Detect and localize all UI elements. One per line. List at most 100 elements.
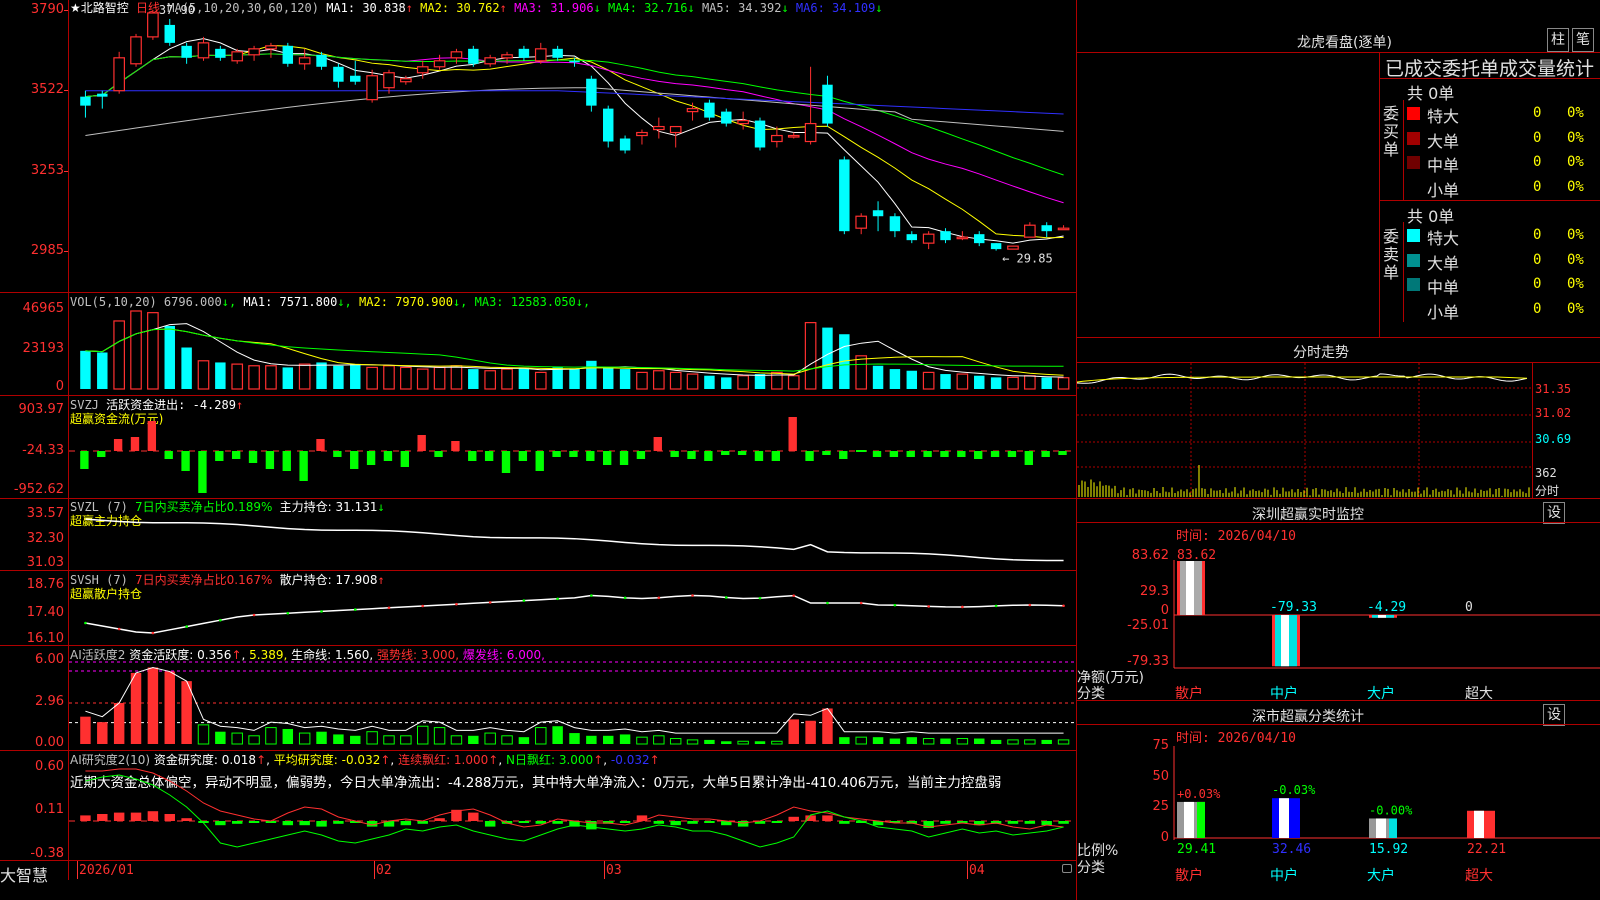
volume-bar	[669, 371, 682, 390]
buy-row-percent: 0%	[1567, 178, 1584, 195]
volume-bar	[704, 375, 715, 389]
svsh-point	[117, 627, 121, 631]
ai2-bar	[518, 821, 530, 823]
svzj-bar	[822, 451, 831, 455]
candle-body	[686, 108, 699, 113]
volume-bar	[130, 310, 142, 390]
sz-settings-button[interactable]: 设	[1543, 502, 1565, 524]
ai1-bar	[1007, 739, 1019, 745]
svzj-bar	[603, 451, 612, 465]
sz-value-label: 0	[1465, 600, 1473, 615]
volume-bar	[416, 368, 429, 390]
svzj-bar	[164, 451, 173, 459]
brand-label: 大智慧	[0, 866, 49, 885]
svzl-tick: 33.57	[26, 506, 64, 521]
price-tick: 3253	[30, 162, 64, 178]
fs-title: 分时走势	[1293, 345, 1349, 361]
svzj-bar	[265, 451, 275, 469]
ai1-bar	[400, 735, 412, 745]
svsh-point	[455, 602, 458, 606]
lock-icon[interactable]	[1062, 864, 1072, 873]
price-tick: 2985	[30, 242, 64, 258]
svzj-bar	[417, 435, 426, 451]
svzj-bar	[771, 451, 781, 461]
ai1-bar	[450, 735, 463, 745]
candle-body	[603, 108, 614, 142]
ai2-bar	[737, 821, 749, 827]
sell-row-percent: 0%	[1567, 276, 1584, 292]
candle-body	[872, 210, 884, 217]
candle-body	[231, 51, 244, 62]
ai1-bar	[501, 735, 513, 745]
volume-bar	[248, 365, 260, 390]
ai1-bar	[80, 716, 91, 744]
svzl-tick: 32.30	[26, 531, 64, 546]
ma-line-1	[85, 38, 1064, 244]
ss-settings-button[interactable]: 设	[1543, 704, 1565, 726]
svzj-bar	[990, 451, 1000, 457]
volume-bar	[804, 322, 817, 390]
volume-bar	[1057, 377, 1070, 390]
buy-swatch	[1407, 156, 1420, 169]
volume-bar	[1041, 377, 1052, 389]
ai2-bar	[164, 814, 175, 821]
candle-body	[298, 57, 311, 65]
ai2-bar	[113, 812, 125, 821]
sell-row-label: 中单	[1427, 278, 1460, 297]
sell-row-percent: 0%	[1567, 227, 1584, 243]
ss-delta-label: +0.03%	[1177, 787, 1221, 801]
svzj-bar	[872, 451, 882, 457]
sell-side-label: 委卖单	[1382, 227, 1399, 282]
buy-row-label: 小单	[1427, 180, 1460, 200]
svzj-bar	[147, 421, 157, 451]
candle-body	[366, 75, 378, 101]
low-label: ← 29.85	[1002, 252, 1053, 266]
sz-axis: 83.62 29.3 0 -25.01 -79.33	[1077, 540, 1169, 675]
volume-bar	[822, 327, 833, 389]
ss-bar	[1369, 818, 1397, 838]
svsh-point	[657, 596, 661, 600]
svzj-tick: -952.62	[13, 482, 64, 497]
sell-row-1: 特大 0 0%	[1405, 224, 1600, 248]
sz-tick: 29.3	[1140, 584, 1169, 599]
ai1-bar	[704, 739, 715, 744]
svsh-point	[522, 599, 526, 602]
svzj-bar	[687, 451, 696, 459]
volume-bar	[113, 320, 125, 390]
ai1-bar	[721, 741, 732, 744]
ai2-bar	[468, 812, 479, 821]
sz-bar-highlight	[1378, 615, 1386, 618]
volume-bar	[754, 374, 766, 389]
svzj-bar	[484, 451, 494, 461]
svzj-bar	[451, 441, 460, 451]
svzj-bar	[653, 437, 662, 451]
svzl-plot	[85, 518, 1064, 562]
sell-row-percent: 0%	[1567, 251, 1584, 268]
svzj-bar	[940, 451, 949, 457]
ai2-bar	[1058, 821, 1069, 824]
candle-body	[906, 234, 918, 241]
candle-body	[400, 78, 412, 83]
sell-row-3: 中单 0 0%	[1405, 273, 1600, 297]
volume-bar	[282, 367, 294, 389]
buy-row-2: 大单 0 0%	[1405, 127, 1600, 151]
ai2-bar	[687, 821, 698, 824]
bar-mode-button[interactable]: 柱	[1547, 28, 1569, 52]
candle-body	[1024, 224, 1036, 238]
svzj-bar	[957, 451, 966, 457]
tick-mode-button[interactable]: 笔	[1572, 28, 1594, 52]
ai1-bar	[653, 735, 665, 745]
svzj-bar	[383, 451, 393, 461]
candle-body	[586, 78, 597, 106]
candle-body	[215, 48, 226, 58]
svzj-bar	[569, 451, 578, 457]
kline-chart-area[interactable]: ★北路智控 日线 MA(5,10,20,30,60,120) MA1: 30.8…	[0, 0, 1077, 900]
sz-tick: 0	[1160, 603, 1169, 618]
svsh-point	[252, 613, 256, 617]
svzj-bar	[586, 451, 595, 461]
svzj-bar	[721, 451, 730, 455]
ai1-line	[85, 666, 1064, 734]
candle-body	[130, 36, 142, 65]
candle-body	[754, 120, 766, 148]
date-axis: 2026/01 02 03 04	[69, 861, 1076, 881]
